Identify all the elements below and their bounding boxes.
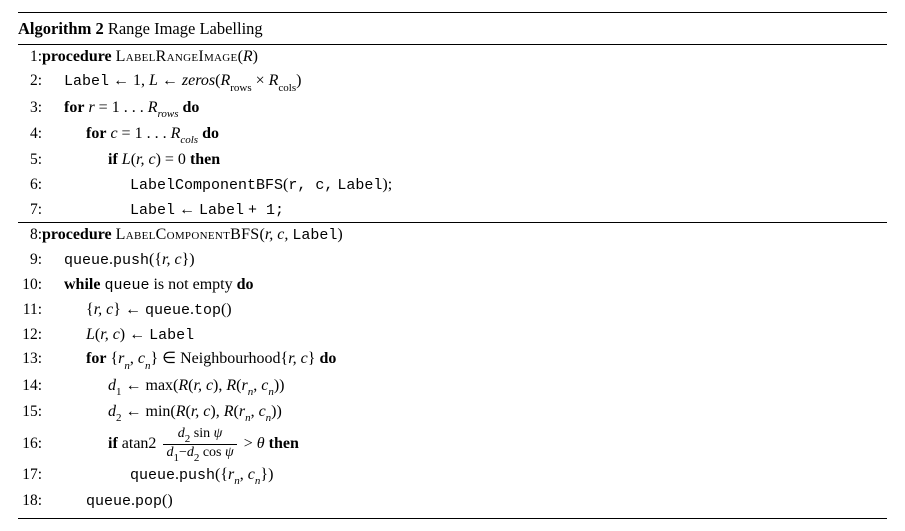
code-line: 10: while queue is not empty do <box>18 273 887 298</box>
code-line: 18: queue.pop() <box>18 489 887 514</box>
code-line: 13: for {rn, cn} ∈ Neighbourhood{r, c} d… <box>18 347 887 373</box>
algorithm-table: 1: procedure LabelRangeImage(R) 2: Label… <box>18 45 887 514</box>
code-line: 11: {r, c} ← queue.top() <box>18 298 887 323</box>
code: procedure LabelRangeImage(R) <box>42 45 887 70</box>
proc-name: LabelRangeImage <box>116 48 238 65</box>
code-line: 14: d1 ← max(R(r, c), R(rn, cn)) <box>18 374 887 400</box>
fraction: d2 sin ψ d1−d2 cos ψ <box>163 426 236 463</box>
code-line: 2: Label ← 1, L ← zeros(Rrows × Rcols) <box>18 69 887 95</box>
code-line: 12: L(r, c) ← Label <box>18 323 887 348</box>
code-line: 16: if atan2 d2 sin ψ d1−d2 cos ψ > θ th… <box>18 426 887 463</box>
code-line: 3: for r = 1 . . . Rrows do <box>18 96 887 122</box>
algorithm-header: Algorithm 2 Range Image Labelling <box>18 12 887 45</box>
proc-name: LabelComponentBFS <box>116 226 260 243</box>
line-number: 1: <box>18 45 42 70</box>
code-line: 8: procedure LabelComponentBFS(r, c, Lab… <box>18 223 887 248</box>
code-line: 7: Label ← Label + 1; <box>18 198 887 223</box>
code-line: 17: queue.push({rn, cn}) <box>18 463 887 489</box>
code-line: 5: if L(r, c) = 0 then <box>18 148 887 173</box>
code-line: 6: LabelComponentBFS(r, c, Label); <box>18 173 887 198</box>
code-line: 4: for c = 1 . . . Rcols do <box>18 122 887 148</box>
code-line: 15: d2 ← min(R(r, c), R(rn, cn)) <box>18 400 887 426</box>
algorithm-body: 1: procedure LabelRangeImage(R) 2: Label… <box>18 45 887 519</box>
code-line: 1: procedure LabelRangeImage(R) <box>18 45 887 70</box>
code-line: 9: queue.push({r, c}) <box>18 248 887 273</box>
algo-title: Range Image Labelling <box>108 19 263 38</box>
algo-word: Algorithm <box>18 19 91 38</box>
algo-number: 2 <box>95 19 103 38</box>
